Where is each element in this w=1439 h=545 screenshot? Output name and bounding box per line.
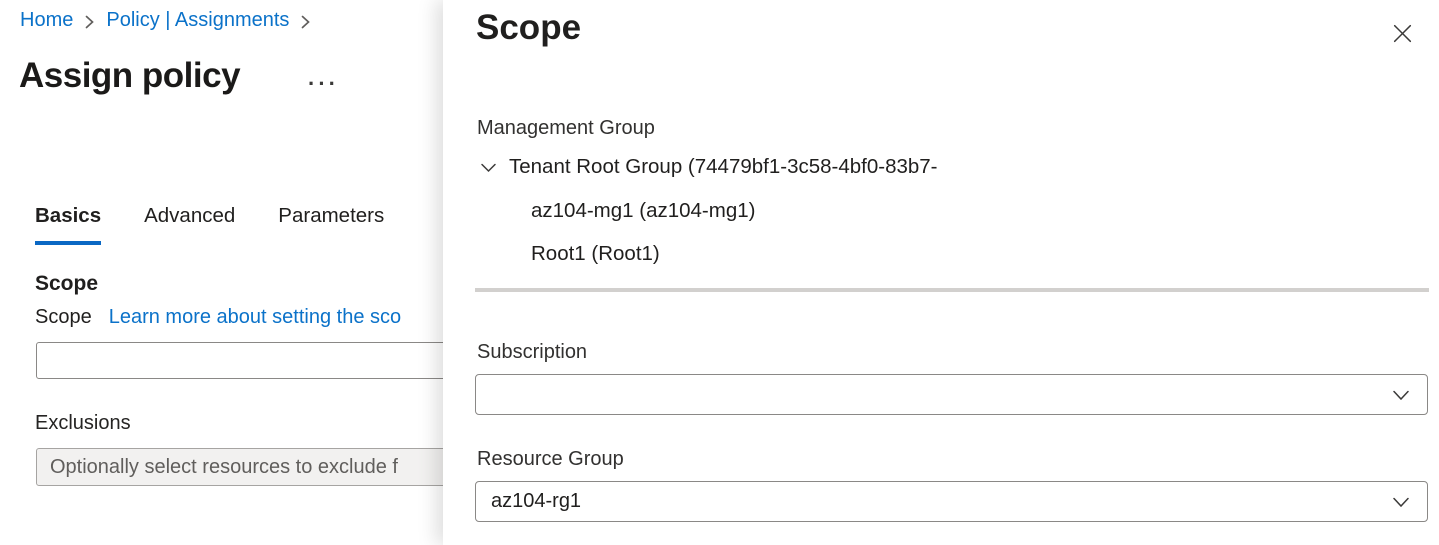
exclusions-label: Exclusions [35,412,131,435]
learn-more-link[interactable]: Learn more about setting the sco [109,306,401,329]
more-actions-ellipsis-button[interactable]: ··· [308,71,339,97]
scope-field-label: Scope [35,306,92,329]
tab-basics[interactable]: Basics [35,204,101,245]
breadcrumb-policy-assignments-link[interactable]: Policy | Assignments [106,9,289,32]
tab-parameters[interactable]: Parameters [278,204,384,245]
tree-item-label: Tenant Root Group (74479bf1-3c58-4bf0-83… [509,155,938,179]
scope-field-row: Scope Learn more about setting the sco [35,306,401,329]
azure-portal-page: Home Policy | Assignments Assign policy … [0,0,1439,545]
chevron-right-icon [300,14,311,30]
exclusions-input[interactable] [36,448,506,486]
breadcrumb: Home Policy | Assignments [20,9,311,32]
resource-group-label: Resource Group [477,448,624,471]
close-icon [1390,21,1415,46]
chevron-down-icon [1390,384,1412,406]
tree-item-root1[interactable]: Root1 (Root1) [531,242,660,266]
close-panel-button[interactable] [1388,19,1416,47]
scope-section-heading: Scope [35,272,98,296]
chevron-down-icon [1390,491,1412,513]
panel-title: Scope [476,8,581,48]
subscription-dropdown[interactable] [475,374,1428,415]
subscription-label: Subscription [477,341,587,364]
chevron-down-icon[interactable] [479,158,498,177]
scope-panel: Scope Management Group Tenant Root Group… [443,0,1439,545]
section-divider [475,288,1429,292]
resource-group-dropdown[interactable]: az104-rg1 [475,481,1428,522]
tree-item-az104-mg1[interactable]: az104-mg1 (az104-mg1) [531,199,755,223]
tree-item-label: az104-mg1 (az104-mg1) [531,199,755,223]
management-group-label: Management Group [477,117,655,140]
resource-group-dropdown-value: az104-rg1 [491,490,581,513]
tree-item-label: Root1 (Root1) [531,242,660,266]
tab-bar: Basics Advanced Parameters [35,204,384,245]
breadcrumb-home-link[interactable]: Home [20,9,73,32]
tree-item-tenant-root-group[interactable]: Tenant Root Group (74479bf1-3c58-4bf0-83… [479,155,938,179]
page-title: Assign policy [19,56,240,96]
chevron-right-icon [84,14,95,30]
scope-input[interactable] [36,342,506,379]
tab-advanced[interactable]: Advanced [144,204,235,245]
